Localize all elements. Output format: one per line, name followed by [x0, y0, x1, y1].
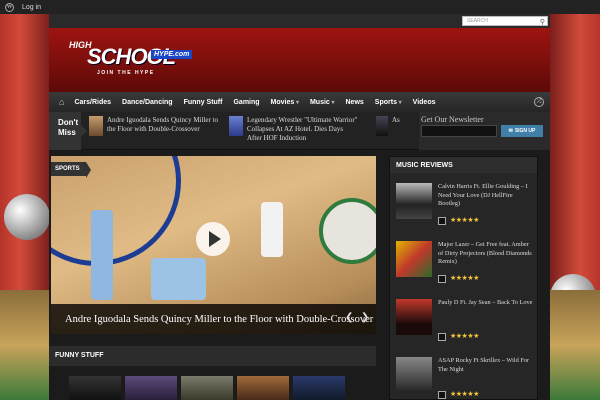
shuffle-icon[interactable]: ⤮ — [534, 97, 544, 107]
dont-miss-thumbnail[interactable] — [376, 116, 388, 136]
funny-stuff-header: FUNNY STUFF — [49, 346, 376, 366]
dont-miss-bar: Don't Miss Andre Iguodala Sends Quincy M… — [49, 112, 550, 150]
nav-movies[interactable]: Movies — [271, 99, 299, 106]
funny-thumbnails — [69, 376, 345, 400]
video-thumbnail[interactable] — [293, 376, 345, 400]
music-review-item[interactable]: Pauly D Ft. Jay Sean – Back To Love ★★★★… — [396, 299, 536, 349]
dont-miss-title[interactable]: As — [392, 116, 412, 136]
nav-funny[interactable]: Funny Stuff — [184, 99, 223, 106]
login-link[interactable]: Log in — [22, 4, 41, 11]
nav-dance[interactable]: Dance/Dancing — [122, 99, 173, 106]
dont-miss-item[interactable]: Andre Iguodala Sends Quincy Miller to th… — [89, 116, 219, 136]
dont-miss-thumbnail[interactable] — [229, 116, 243, 136]
site-header: HIGH SCHOOL HYPE.com JOIN THE HYPE — [49, 28, 550, 92]
next-arrow-icon[interactable]: ❯ — [361, 312, 369, 323]
dont-miss-title[interactable]: Andre Iguodala Sends Quincy Miller to th… — [107, 116, 219, 136]
dont-miss-label: Don't Miss — [49, 112, 87, 150]
top-strip: SEARCH ⚲ — [49, 14, 550, 28]
music-review-title[interactable]: Pauly D Ft. Jay Sean – Back To Love — [438, 299, 534, 308]
admin-bar: W Log in — [0, 0, 600, 14]
prev-arrow-icon[interactable]: ❮ — [345, 312, 353, 323]
nav-videos[interactable]: Videos — [413, 99, 436, 106]
category-badge[interactable]: SPORTS — [51, 162, 91, 178]
music-review-item[interactable]: Major Lazer – Get Free feat. Amber of Di… — [396, 241, 536, 291]
star-rating: ★★★★★ — [450, 217, 479, 224]
envelope-icon: ✉ — [508, 128, 513, 134]
music-reviews-widget: MUSIC REVIEWS Calvin Harris Ft. Ellie Go… — [389, 156, 538, 400]
site-logo[interactable]: HIGH SCHOOL HYPE.com JOIN THE HYPE — [69, 40, 209, 80]
nav-cars[interactable]: Cars/Rides — [74, 99, 111, 106]
dont-miss-item[interactable]: Legendary Wrestler "Ultimate Warrior" Co… — [229, 116, 359, 143]
review-checkbox[interactable] — [438, 275, 446, 283]
nav-music[interactable]: Music — [310, 99, 335, 106]
nav-sports[interactable]: Sports — [375, 99, 402, 106]
signup-label: SIGN UP — [514, 128, 536, 134]
logo-hype: HYPE.com — [151, 50, 193, 59]
star-rating: ★★★★★ — [450, 333, 479, 340]
star-rating: ★★★★★ — [450, 275, 479, 282]
review-checkbox[interactable] — [438, 333, 446, 341]
video-thumbnail[interactable] — [237, 376, 289, 400]
video-thumbnail[interactable] — [69, 376, 121, 400]
video-thumbnail[interactable] — [181, 376, 233, 400]
disco-ball — [4, 194, 50, 240]
star-rating: ★★★★★ — [450, 391, 479, 398]
player — [151, 258, 206, 300]
play-icon[interactable] — [196, 222, 230, 256]
album-thumbnail[interactable] — [396, 299, 432, 335]
search-placeholder: SEARCH — [467, 18, 488, 24]
music-review-item[interactable]: Calvin Harris Ft. Ellie Goulding – I Nee… — [396, 183, 536, 233]
album-thumbnail[interactable] — [396, 183, 432, 219]
search-input[interactable]: SEARCH ⚲ — [462, 16, 548, 26]
album-thumbnail[interactable] — [396, 241, 432, 277]
main-nav: ⌂ Cars/Rides Dance/Dancing Funny Stuff G… — [49, 92, 550, 112]
dont-miss-thumbnail[interactable] — [89, 116, 103, 136]
album-thumbnail[interactable] — [396, 357, 432, 393]
featured-caption: Andre Iguodala Sends Quincy Miller to th… — [51, 304, 376, 334]
review-checkbox[interactable] — [438, 391, 446, 399]
review-checkbox[interactable] — [438, 217, 446, 225]
music-review-title[interactable]: Calvin Harris Ft. Ellie Goulding – I Nee… — [438, 183, 534, 209]
search-icon[interactable]: ⚲ — [540, 18, 545, 26]
left-background — [0, 14, 50, 400]
music-review-item[interactable]: ASAP Rocky Ft Skrillex – Wild For The Ni… — [396, 357, 536, 400]
video-thumbnail[interactable] — [125, 376, 177, 400]
featured-title[interactable]: Andre Iguodala Sends Quincy Miller to th… — [65, 314, 373, 325]
player — [91, 210, 113, 300]
music-reviews-header: MUSIC REVIEWS — [390, 157, 537, 173]
disco-ball — [550, 274, 596, 320]
site-container: SEARCH ⚲ HIGH SCHOOL HYPE.com JOIN THE H… — [49, 14, 550, 400]
dont-miss-item[interactable]: As — [376, 116, 412, 136]
music-review-title[interactable]: Major Lazer – Get Free feat. Amber of Di… — [438, 241, 534, 267]
newsletter-email-input[interactable] — [421, 125, 497, 137]
newsletter-box: Get Our Newsletter ✉ SIGN UP — [419, 112, 550, 150]
logo-tagline: JOIN THE HYPE — [97, 70, 155, 76]
music-review-title[interactable]: ASAP Rocky Ft Skrillex – Wild For The Ni… — [438, 357, 534, 374]
newsletter-title: Get Our Newsletter — [421, 115, 484, 124]
player — [261, 202, 283, 257]
wordpress-icon[interactable]: W — [5, 2, 14, 12]
newsletter-signup-button[interactable]: ✉ SIGN UP — [501, 125, 543, 137]
nav-gaming[interactable]: Gaming — [233, 99, 259, 106]
featured-video[interactable]: SPORTS Andre Iguodala Sends Quincy Mille… — [51, 156, 376, 334]
nav-news[interactable]: News — [346, 99, 364, 106]
home-icon[interactable]: ⌂ — [59, 97, 64, 107]
court-logo — [319, 198, 376, 264]
dont-miss-title[interactable]: Legendary Wrestler "Ultimate Warrior" Co… — [247, 116, 359, 143]
right-background — [550, 14, 600, 400]
